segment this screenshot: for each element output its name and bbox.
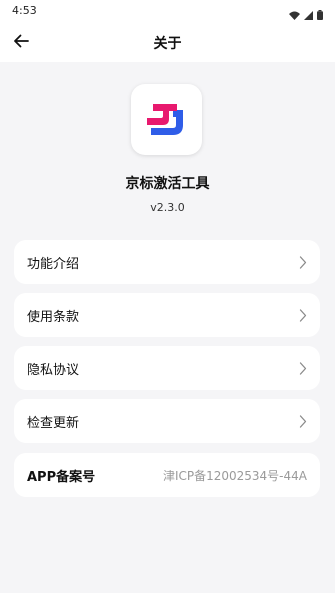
- chevron-right-icon: [299, 308, 307, 322]
- page-title: 关于: [153, 36, 182, 52]
- icp-label: APP备案号: [27, 469, 96, 485]
- app-version: v2.3.0: [150, 201, 185, 214]
- app-logo-mark-icon: [146, 103, 183, 135]
- chevron-right-icon: [299, 361, 307, 375]
- menu-item-label: 检查更新: [27, 415, 80, 431]
- menu-item-label: 功能介绍: [27, 256, 80, 272]
- app-bar: 关于: [0, 22, 335, 62]
- icp-value: 津ICP备12002534号-44A: [162, 468, 307, 483]
- menu-item-features[interactable]: 功能介绍: [14, 240, 320, 284]
- icp-record: APP备案号 津ICP备12002534号-44A: [14, 453, 320, 497]
- menu-item-privacy[interactable]: 隐私协议: [14, 346, 320, 390]
- menu-item-label: 使用条款: [27, 309, 80, 325]
- chevron-right-icon: [299, 414, 307, 428]
- app-name: 京标激活工具: [125, 176, 210, 192]
- about-screen: 4:53 关于 京标激活工具 v2.3.0 功能介绍 使用条款 隐私协议 检查更…: [0, 0, 335, 593]
- chevron-right-icon: [299, 255, 307, 269]
- menu-item-terms[interactable]: 使用条款: [14, 293, 320, 337]
- status-time: 4:53: [12, 4, 37, 17]
- menu-item-label: 隐私协议: [27, 362, 80, 378]
- menu-item-check-update[interactable]: 检查更新: [14, 399, 320, 443]
- app-logo: [131, 84, 202, 155]
- status-bar: 4:53: [0, 0, 335, 22]
